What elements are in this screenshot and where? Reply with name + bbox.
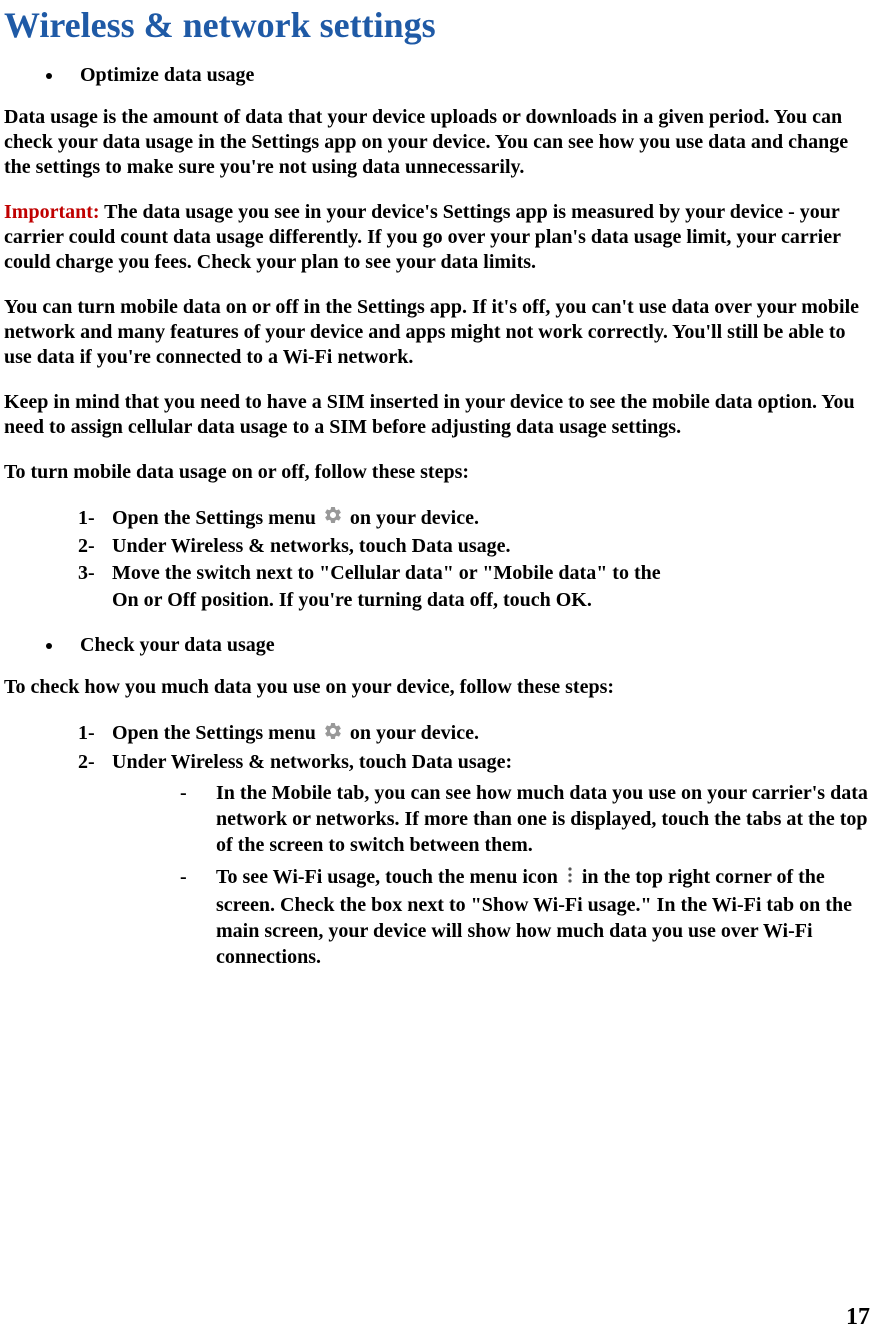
step-turn-1-text-a: Open the Settings menu — [112, 507, 321, 529]
mobile-data-paragraph: You can turn mobile data on or off in th… — [4, 295, 876, 370]
check-steps-intro: To check how you much data you use on yo… — [4, 675, 876, 700]
sim-note-paragraph: Keep in mind that you need to have a SIM… — [4, 390, 876, 440]
steps-turn-list: Open the Settings menu on your device. U… — [4, 505, 876, 614]
bullet-list-check: Check your data usage — [4, 634, 876, 657]
step-turn-1-text-b: on your device. — [345, 507, 479, 529]
step-turn-2: Under Wireless & networks, touch Data us… — [78, 533, 876, 560]
sub-list-check: In the Mobile tab, you can see how much … — [112, 780, 876, 970]
step-check-1-text-b: on your device. — [345, 722, 479, 744]
sub-check-2-text-a: To see Wi-Fi usage, touch the menu icon — [216, 866, 563, 888]
step-check-1-text-a: Open the Settings menu — [112, 722, 321, 744]
important-paragraph: Important: The data usage you see in you… — [4, 200, 876, 275]
step-turn-3: Move the switch next to "Cellular data" … — [78, 560, 876, 614]
important-label: Important: — [4, 201, 100, 223]
step-check-2: Under Wireless & networks, touch Data us… — [78, 749, 876, 970]
step-check-1: Open the Settings menu on your device. — [78, 720, 876, 748]
step-turn-1: Open the Settings menu on your device. — [78, 505, 876, 533]
more-vert-icon — [565, 865, 575, 892]
intro-paragraph: Data usage is the amount of data that yo… — [4, 105, 876, 180]
settings-icon — [323, 505, 343, 533]
turn-steps-intro: To turn mobile data usage on or off, fol… — [4, 460, 876, 485]
important-body: The data usage you see in your device's … — [4, 201, 841, 273]
bullet-check: Check your data usage — [64, 634, 876, 657]
sub-check-1: In the Mobile tab, you can see how much … — [180, 780, 876, 858]
step-check-2-text: Under Wireless & networks, touch Data us… — [112, 751, 512, 773]
page-title: Wireless & network settings — [4, 4, 876, 46]
settings-icon — [323, 721, 343, 749]
sub-check-2: To see Wi-Fi usage, touch the menu icon … — [180, 864, 876, 970]
bullet-optimize: Optimize data usage — [64, 64, 876, 87]
page-number: 17 — [846, 1304, 870, 1331]
bullet-list-optimize: Optimize data usage — [4, 64, 876, 87]
steps-check-list: Open the Settings menu on your device. U… — [4, 720, 876, 969]
